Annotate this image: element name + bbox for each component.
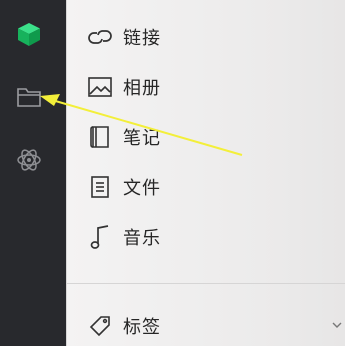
- menu-item-label: 音乐: [123, 228, 161, 249]
- chevron-down-icon[interactable]: [331, 319, 343, 331]
- app-logo-cube-icon[interactable]: [12, 17, 46, 51]
- menu-item-label: 链接: [123, 28, 161, 49]
- menu-item-album[interactable]: 相册: [87, 70, 327, 104]
- category-panel: 链接 相册 笔记 文件 音乐 标签: [66, 0, 345, 346]
- menu-item-music[interactable]: 音乐: [87, 220, 327, 254]
- divider: [67, 283, 345, 284]
- menu-item-label: 笔记: [123, 128, 161, 149]
- menu-item-tags[interactable]: 标签: [87, 309, 327, 343]
- document-icon: [87, 174, 113, 200]
- music-note-icon: [87, 224, 113, 250]
- sidebar: [0, 0, 66, 346]
- menu-item-label: 相册: [123, 78, 161, 99]
- link-icon: [87, 24, 113, 50]
- image-icon: [87, 74, 113, 100]
- menu-item-notes[interactable]: 笔记: [87, 120, 327, 154]
- atom-icon[interactable]: [12, 143, 46, 177]
- menu-item-label: 文件: [123, 178, 161, 199]
- tag-icon: [87, 313, 113, 339]
- notebook-icon: [87, 124, 113, 150]
- folder-icon[interactable]: [12, 80, 46, 114]
- menu-item-links[interactable]: 链接: [87, 20, 327, 54]
- menu-item-label: 标签: [123, 317, 161, 338]
- menu-item-files[interactable]: 文件: [87, 170, 327, 204]
